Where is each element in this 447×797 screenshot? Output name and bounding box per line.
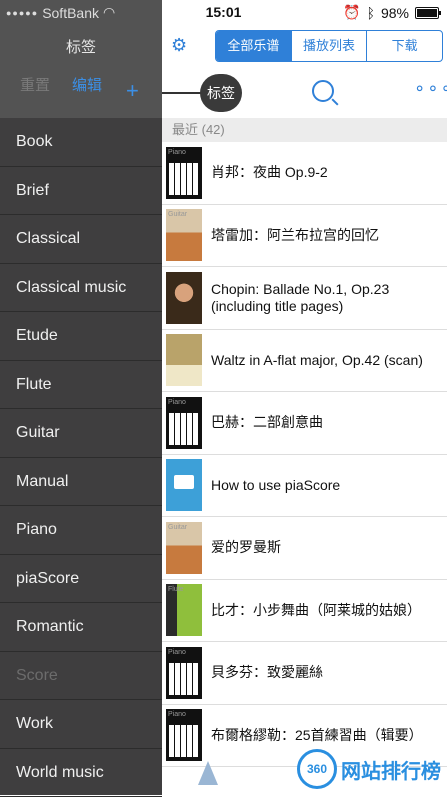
score-row[interactable]: Waltz in A-flat major, Op.42 (scan): [162, 330, 447, 393]
watermark: 360 网站排行榜: [297, 749, 441, 789]
thumbnail-label: Piano: [168, 711, 186, 718]
tag-item[interactable]: Piano: [0, 506, 162, 555]
score-thumbnail: [166, 334, 202, 386]
score-row[interactable]: Guitar 爱的罗曼斯: [162, 517, 447, 580]
tag-item[interactable]: piaScore: [0, 555, 162, 604]
more-icon[interactable]: ∘∘∘: [414, 78, 447, 99]
reset-button[interactable]: 重置: [20, 74, 50, 95]
score-panel: ⚙ 全部乐谱 播放列表 下载 ∘∘∘ 最近 (42) Piano 肖邦：夜曲 Op…: [162, 0, 447, 795]
tag-item[interactable]: Classical music: [0, 264, 162, 313]
search-icon[interactable]: [312, 80, 334, 102]
gear-icon[interactable]: ⚙: [171, 35, 187, 56]
score-thumbnail: Flute: [166, 584, 202, 636]
watermark-logo: 360: [297, 749, 337, 789]
signal-icon: ●●●●●: [6, 8, 38, 18]
score-thumbnail: Guitar: [166, 209, 202, 261]
score-title: How to use piaScore: [211, 477, 348, 494]
score-title: 比才：小步舞曲（阿莱城的姑娘）: [211, 602, 429, 619]
score-thumbnail: Piano: [166, 147, 202, 199]
battery-percent: 98%: [381, 5, 409, 21]
bluetooth-icon: ᛒ: [367, 5, 375, 21]
score-row[interactable]: How to use piaScore: [162, 455, 447, 518]
sidebar-title: 标签: [0, 36, 162, 57]
watermark-text: 网站排行榜: [341, 755, 441, 784]
status-right: ⏰ ᛒ 98%: [343, 4, 439, 21]
tab-download[interactable]: 下载: [366, 31, 442, 61]
score-title: Chopin: Ballade No.1, Op.23 (including t…: [211, 281, 447, 315]
score-row[interactable]: Piano 貝多芬：致愛麗絲: [162, 642, 447, 705]
edit-button[interactable]: 编辑: [72, 74, 102, 95]
tag-item[interactable]: Classical: [0, 215, 162, 264]
carrier-info: ●●●●● SoftBank ◠: [6, 4, 115, 21]
tag-item[interactable]: Work: [0, 700, 162, 749]
tag-item[interactable]: Score: [0, 652, 162, 701]
score-title: 巴赫：二部創意曲: [211, 414, 331, 431]
score-title: 塔雷加：阿兰布拉宫的回忆: [211, 227, 387, 244]
wifi-icon: ◠: [103, 4, 115, 21]
thumbnail-label: Piano: [168, 399, 186, 406]
tag-connector-line: [162, 92, 202, 94]
alarm-icon: ⏰: [343, 4, 360, 21]
section-header-recent: 最近 (42): [162, 118, 447, 142]
status-bar: ●●●●● SoftBank ◠ 15:01 ⏰ ᛒ 98%: [0, 0, 447, 24]
battery-icon: [415, 7, 439, 19]
tag-item[interactable]: Etude: [0, 312, 162, 361]
score-thumbnail: [166, 272, 202, 324]
score-title: 肖邦：夜曲 Op.9-2: [211, 164, 336, 181]
thumbnail-label: Flute: [168, 586, 184, 593]
score-thumbnail: [166, 459, 202, 511]
score-row[interactable]: Guitar 塔雷加：阿兰布拉宫的回忆: [162, 205, 447, 268]
score-title: 爱的罗曼斯: [211, 539, 289, 556]
tag-bubble-button[interactable]: 标签: [200, 74, 242, 112]
score-title: 布爾格繆勒：25首練習曲（辑要）: [211, 727, 431, 744]
metronome-icon[interactable]: [198, 761, 218, 785]
score-thumbnail: Piano: [166, 647, 202, 699]
score-thumbnail: Piano: [166, 397, 202, 449]
score-title: Waltz in A-flat major, Op.42 (scan): [211, 352, 431, 369]
tag-sidebar: 标签 重置 编辑 + BookBriefClassicalClassical m…: [0, 0, 162, 795]
score-row[interactable]: Piano 巴赫：二部創意曲: [162, 392, 447, 455]
tag-item[interactable]: Book: [0, 118, 162, 167]
score-row[interactable]: Chopin: Ballade No.1, Op.23 (including t…: [162, 267, 447, 330]
tag-item[interactable]: Flute: [0, 361, 162, 410]
carrier-name: SoftBank: [42, 5, 99, 21]
tab-all-scores[interactable]: 全部乐谱: [216, 31, 291, 61]
tag-item[interactable]: Brief: [0, 167, 162, 216]
view-segmented-control: 全部乐谱 播放列表 下载: [215, 30, 443, 62]
tag-item[interactable]: Manual: [0, 458, 162, 507]
tab-playlist[interactable]: 播放列表: [291, 31, 367, 61]
add-tag-button[interactable]: +: [126, 78, 139, 104]
score-title: 貝多芬：致愛麗絲: [211, 664, 331, 681]
tag-item[interactable]: Romantic: [0, 603, 162, 652]
score-row[interactable]: Flute 比才：小步舞曲（阿莱城的姑娘）: [162, 580, 447, 643]
score-list: Piano 肖邦：夜曲 Op.9-2 Guitar 塔雷加：阿兰布拉宫的回忆 Chopi…: [162, 142, 447, 767]
tag-list: BookBriefClassicalClassical musicEtudeFl…: [0, 118, 162, 797]
score-thumbnail: Guitar: [166, 522, 202, 574]
thumbnail-label: Guitar: [168, 211, 187, 218]
score-thumbnail: Piano: [166, 709, 202, 761]
thumbnail-label: Piano: [168, 649, 186, 656]
thumbnail-label: Guitar: [168, 524, 187, 531]
tag-item[interactable]: Guitar: [0, 409, 162, 458]
tag-item[interactable]: World music: [0, 749, 162, 797]
thumbnail-label: Piano: [168, 149, 186, 156]
score-row[interactable]: Piano 肖邦：夜曲 Op.9-2: [162, 142, 447, 205]
